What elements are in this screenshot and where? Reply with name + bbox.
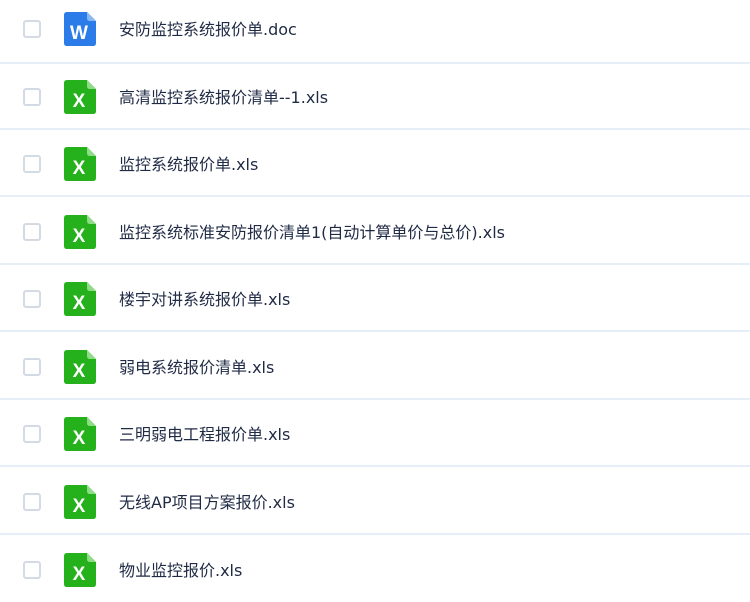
excel-xls-icon: X: [64, 350, 96, 384]
file-checkbox[interactable]: [23, 425, 41, 443]
file-row[interactable]: X 弱电系统报价清单.xls: [0, 334, 750, 400]
icon-letter: X: [73, 361, 86, 382]
excel-xls-icon: X: [64, 282, 96, 316]
excel-xls-icon: X: [64, 553, 96, 587]
icon-letter: X: [73, 158, 86, 179]
file-name[interactable]: 监控系统报价单.xls: [119, 155, 258, 175]
file-name[interactable]: 高清监控系统报价清单--1.xls: [119, 88, 328, 108]
icon-letter: X: [73, 226, 86, 247]
file-name[interactable]: 弱电系统报价清单.xls: [119, 358, 274, 378]
file-checkbox[interactable]: [23, 561, 41, 579]
file-checkbox[interactable]: [23, 290, 41, 308]
file-row[interactable]: X 三明弱电工程报价单.xls: [0, 401, 750, 467]
icon-letter: X: [73, 428, 86, 449]
excel-xls-icon: X: [64, 417, 96, 451]
file-name[interactable]: 无线AP项目方案报价.xls: [119, 493, 295, 513]
excel-xls-icon: X: [64, 215, 96, 249]
icon-letter: X: [73, 496, 86, 517]
file-name[interactable]: 安防监控系统报价单.doc: [119, 20, 297, 40]
word-doc-icon: W: [64, 12, 96, 46]
file-row[interactable]: X 物业监控报价.xls: [0, 536, 750, 602]
file-row[interactable]: X 楼宇对讲系统报价单.xls: [0, 266, 750, 332]
file-row[interactable]: X 高清监控系统报价清单--1.xls: [0, 64, 750, 130]
file-row[interactable]: X 无线AP项目方案报价.xls: [0, 469, 750, 535]
file-checkbox[interactable]: [23, 358, 41, 376]
icon-letter: X: [73, 564, 86, 585]
file-name[interactable]: 三明弱电工程报价单.xls: [119, 425, 290, 445]
file-checkbox[interactable]: [23, 20, 41, 38]
excel-xls-icon: X: [64, 485, 96, 519]
file-checkbox[interactable]: [23, 223, 41, 241]
icon-letter: X: [73, 91, 86, 112]
file-name[interactable]: 物业监控报价.xls: [119, 561, 242, 581]
file-list: W 安防监控系统报价单.doc X 高清监控系统报价清单--1.xls X 监控…: [0, 0, 750, 602]
icon-letter: W: [70, 23, 88, 44]
file-name[interactable]: 监控系统标准安防报价清单1(自动计算单价与总价).xls: [119, 223, 505, 243]
file-row[interactable]: X 监控系统标准安防报价清单1(自动计算单价与总价).xls: [0, 199, 750, 265]
file-checkbox[interactable]: [23, 493, 41, 511]
excel-xls-icon: X: [64, 80, 96, 114]
file-row[interactable]: W 安防监控系统报价单.doc: [0, 0, 750, 64]
file-checkbox[interactable]: [23, 88, 41, 106]
file-row[interactable]: X 监控系统报价单.xls: [0, 131, 750, 197]
icon-letter: X: [73, 293, 86, 314]
file-name[interactable]: 楼宇对讲系统报价单.xls: [119, 290, 290, 310]
excel-xls-icon: X: [64, 147, 96, 181]
file-checkbox[interactable]: [23, 155, 41, 173]
